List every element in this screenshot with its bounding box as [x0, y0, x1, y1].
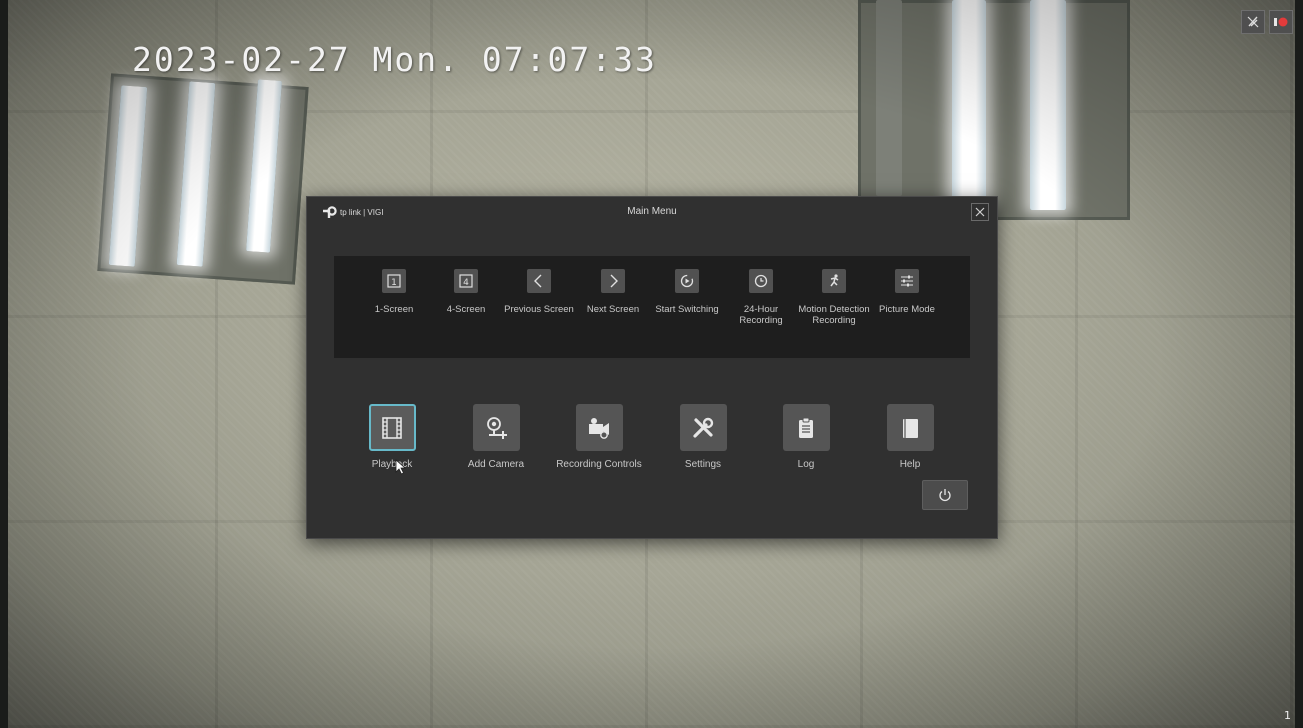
- quick-label: Motion Detection Recording: [798, 304, 870, 326]
- sliders-icon: [895, 269, 919, 293]
- nvr-screen: 2023-02-27 Mon. 07:07:33 1 tp link | VIG…: [0, 0, 1303, 728]
- dialog-title: Main Menu: [627, 206, 677, 217]
- main-menu-dialog: tp link | VIGI Main Menu 1 1-Screen 4 4-…: [306, 196, 998, 539]
- power-button[interactable]: [922, 480, 968, 510]
- quick-label: Previous Screen: [504, 304, 574, 315]
- mouse-cursor-icon: [395, 459, 407, 475]
- book-icon: [886, 404, 934, 451]
- menu-label: Recording Controls: [556, 459, 642, 470]
- video-camera-settings-icon: [575, 404, 623, 451]
- dialog-header: tp link | VIGI Main Menu: [307, 197, 997, 229]
- close-icon: [975, 207, 985, 217]
- quick-4-screen[interactable]: 4 4-Screen: [426, 269, 506, 315]
- frame-edge-right: [1295, 0, 1303, 728]
- quick-motion-detection-recording[interactable]: Motion Detection Recording: [794, 269, 874, 326]
- svg-text:1: 1: [391, 278, 397, 288]
- osd-timestamp: 2023-02-27 Mon. 07:07:33: [132, 40, 657, 79]
- quick-previous-screen[interactable]: Previous Screen: [499, 269, 579, 315]
- menu-label: Log: [797, 459, 815, 470]
- quick-picture-mode[interactable]: Picture Mode: [867, 269, 947, 315]
- menu-recording-controls[interactable]: Recording Controls: [551, 404, 647, 470]
- quick-next-screen[interactable]: Next Screen: [573, 269, 653, 315]
- running-person-icon: [822, 269, 846, 293]
- tools-icon: [679, 404, 727, 451]
- menu-label: Add Camera: [467, 459, 525, 470]
- film-icon: [368, 404, 416, 451]
- four-screen-icon: 4: [454, 269, 478, 293]
- one-screen-icon: 1: [382, 269, 406, 293]
- menu-add-camera[interactable]: Add Camera: [448, 404, 544, 470]
- clock-icon: [749, 269, 773, 293]
- svg-text:4: 4: [463, 278, 469, 288]
- menu-help[interactable]: Help: [862, 404, 958, 470]
- menu-log[interactable]: Log: [758, 404, 854, 470]
- power-icon: [939, 489, 951, 502]
- menu-label: Settings: [684, 459, 722, 470]
- status-icons: [1241, 10, 1293, 34]
- menu-settings[interactable]: Settings: [655, 404, 751, 470]
- quick-label: 1-Screen: [374, 304, 414, 315]
- menu-playback[interactable]: Playback: [344, 404, 440, 470]
- quick-24-hour-recording[interactable]: 24-Hour Recording: [721, 269, 801, 326]
- audio-muted-icon[interactable]: [1241, 10, 1265, 34]
- menu-label: Help: [899, 459, 921, 470]
- add-camera-icon: [472, 404, 520, 451]
- quick-label: Start Switching: [655, 304, 719, 315]
- clipboard-icon: [782, 404, 830, 451]
- quick-label: 4-Screen: [446, 304, 486, 315]
- quick-1-screen[interactable]: 1 1-Screen: [354, 269, 434, 315]
- chevron-left-icon: [527, 269, 551, 293]
- quick-start-switching[interactable]: Start Switching: [647, 269, 727, 315]
- frame-edge-left: [0, 0, 8, 728]
- quick-label: Picture Mode: [879, 304, 935, 315]
- close-button[interactable]: [971, 203, 989, 221]
- quick-label: Next Screen: [586, 304, 640, 315]
- channel-number: 1: [1284, 709, 1291, 722]
- quick-label: 24-Hour Recording: [739, 304, 783, 326]
- record-icon[interactable]: [1269, 10, 1293, 34]
- chevron-right-icon: [601, 269, 625, 293]
- switching-icon: [675, 269, 699, 293]
- quick-actions-panel: 1 1-Screen 4 4-Screen Previous Screen Ne…: [334, 256, 970, 358]
